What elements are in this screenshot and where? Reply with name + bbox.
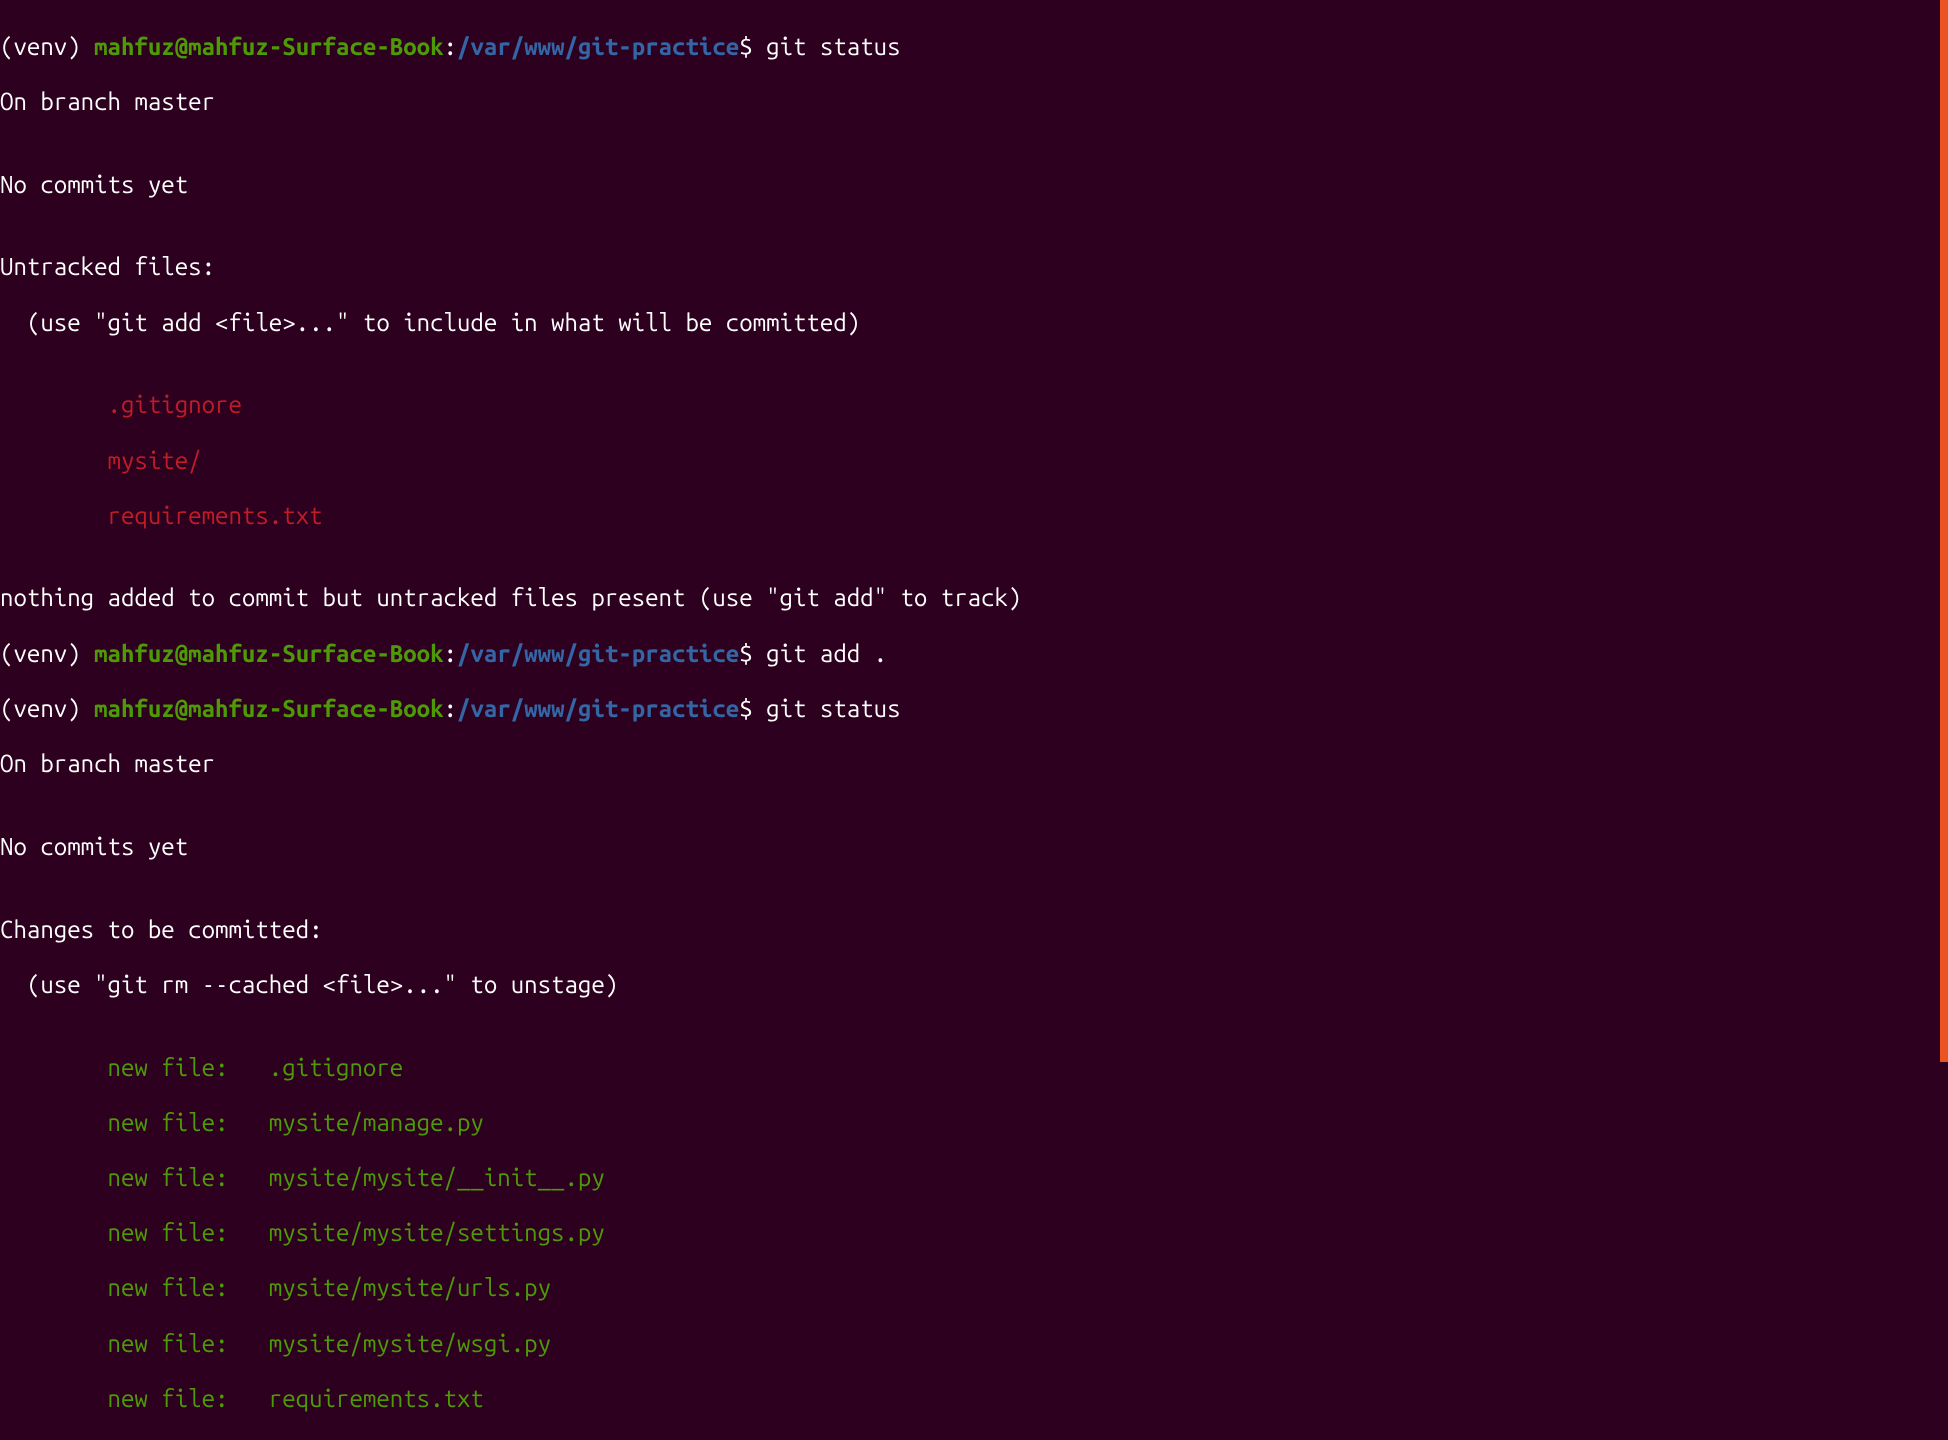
output-line: No commits yet bbox=[0, 171, 1948, 199]
colon: : bbox=[444, 640, 457, 667]
staged-file: new file: mysite/mysite/__init__.py bbox=[0, 1164, 1948, 1192]
colon: : bbox=[444, 695, 457, 722]
cwd-path: /var/www/git-practice bbox=[457, 640, 739, 667]
output-line: On branch master bbox=[0, 750, 1948, 778]
user-host: mahfuz@mahfuz-Surface-Book bbox=[94, 695, 443, 722]
prompt-dollar: $ bbox=[739, 695, 766, 722]
staged-file: new file: mysite/mysite/settings.py bbox=[0, 1219, 1948, 1247]
output-line: (use "git rm --cached <file>..." to unst… bbox=[0, 971, 1948, 999]
command-text: git status bbox=[766, 33, 900, 60]
prompt-dollar: $ bbox=[739, 33, 766, 60]
output-line: nothing added to commit but untracked fi… bbox=[0, 584, 1948, 612]
venv-indicator: (venv) bbox=[0, 640, 94, 667]
prompt-line: (venv) mahfuz@mahfuz-Surface-Book:/var/w… bbox=[0, 33, 1948, 61]
staged-file: new file: .gitignore bbox=[0, 1054, 1948, 1082]
untracked-file: requirements.txt bbox=[0, 502, 1948, 530]
command-text: git add . bbox=[766, 640, 887, 667]
staged-file: new file: mysite/mysite/urls.py bbox=[0, 1274, 1948, 1302]
untracked-file: .gitignore bbox=[0, 391, 1948, 419]
output-line: Changes to be committed: bbox=[0, 916, 1948, 944]
staged-file: new file: requirements.txt bbox=[0, 1385, 1948, 1413]
user-host: mahfuz@mahfuz-Surface-Book bbox=[94, 33, 443, 60]
output-line: Untracked files: bbox=[0, 253, 1948, 281]
colon: : bbox=[444, 33, 457, 60]
staged-file: new file: mysite/mysite/wsgi.py bbox=[0, 1330, 1948, 1358]
scrollbar[interactable] bbox=[1940, 0, 1948, 1062]
prompt-line: (venv) mahfuz@mahfuz-Surface-Book:/var/w… bbox=[0, 640, 1948, 668]
staged-file: new file: mysite/manage.py bbox=[0, 1109, 1948, 1137]
user-host: mahfuz@mahfuz-Surface-Book bbox=[94, 640, 443, 667]
output-line: On branch master bbox=[0, 88, 1948, 116]
prompt-line: (venv) mahfuz@mahfuz-Surface-Book:/var/w… bbox=[0, 695, 1948, 723]
terminal-output[interactable]: (venv) mahfuz@mahfuz-Surface-Book:/var/w… bbox=[0, 0, 1948, 1440]
output-line: (use "git add <file>..." to include in w… bbox=[0, 309, 1948, 337]
untracked-file: mysite/ bbox=[0, 447, 1948, 475]
prompt-dollar: $ bbox=[739, 640, 766, 667]
command-text: git status bbox=[766, 695, 900, 722]
venv-indicator: (venv) bbox=[0, 33, 94, 60]
cwd-path: /var/www/git-practice bbox=[457, 695, 739, 722]
cwd-path: /var/www/git-practice bbox=[457, 33, 739, 60]
venv-indicator: (venv) bbox=[0, 695, 94, 722]
output-line: No commits yet bbox=[0, 833, 1948, 861]
